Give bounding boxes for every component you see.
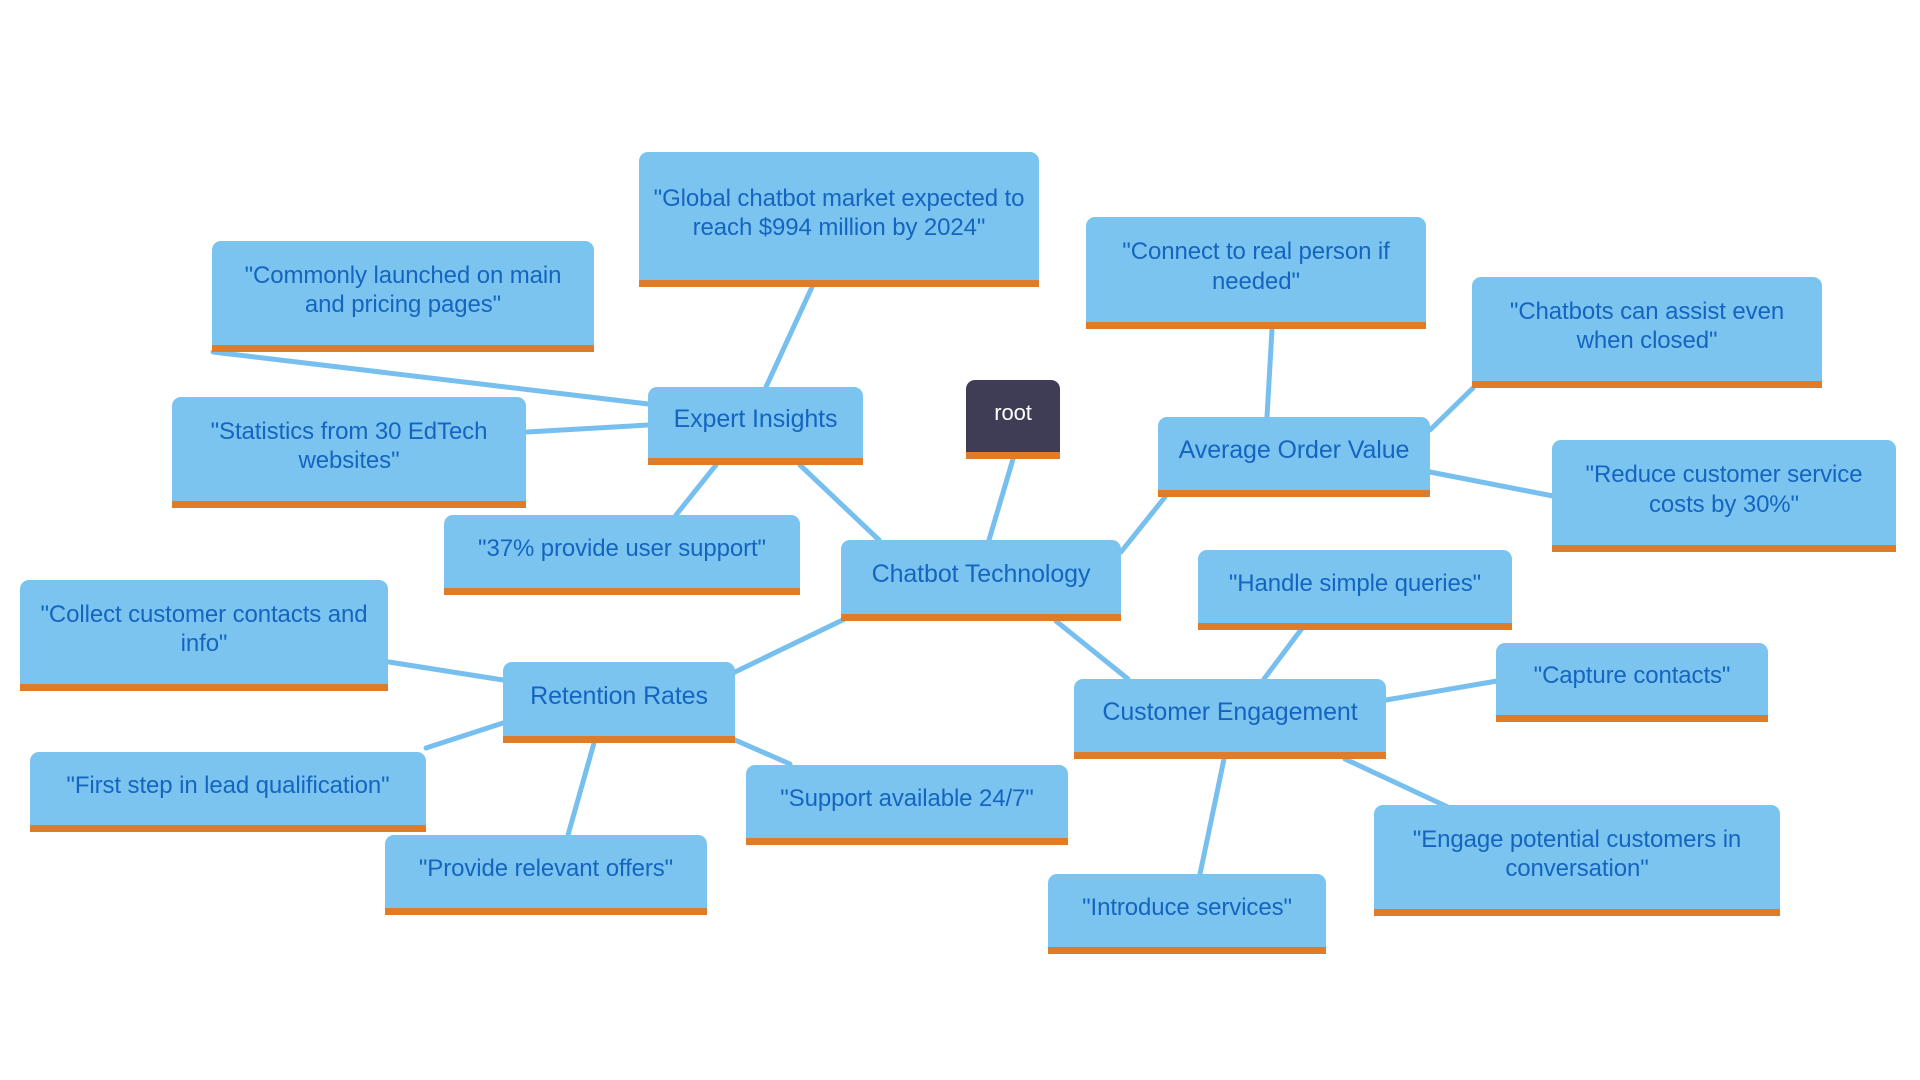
edge-expert-insights-to-user-support-37 — [673, 462, 719, 518]
edge-retention-rates-to-first-step-lead-qualification — [423, 720, 506, 751]
node-label-expert-insights: Expert Insights — [673, 405, 838, 434]
node-engage-potential-customers[interactable]: "Engage potential customers in conversat… — [1374, 805, 1780, 916]
node-label-global-chatbot-market: "Global chatbot market expected to reach… — [653, 184, 1025, 241]
node-chatbot-technology[interactable]: Chatbot Technology — [841, 540, 1121, 621]
node-label-commonly-launched: "Commonly launched on main and pricing p… — [244, 261, 562, 318]
node-capture-contacts[interactable]: "Capture contacts" — [1496, 643, 1768, 722]
node-introduce-services[interactable]: "Introduce services" — [1048, 874, 1326, 954]
node-label-first-step-lead-qualification: "First step in lead qualification" — [66, 771, 390, 799]
edge-expert-insights-to-statistics-edtech — [524, 422, 651, 435]
node-average-order-value[interactable]: Average Order Value — [1158, 417, 1430, 497]
edge-retention-rates-to-collect-customer-contacts — [386, 659, 506, 683]
edge-retention-rates-to-support-24-7 — [732, 737, 793, 767]
node-retention-rates[interactable]: Retention Rates — [503, 662, 735, 743]
node-first-step-lead-qualification[interactable]: "First step in lead qualification" — [30, 752, 426, 832]
edge-average-order-value-to-assist-when-closed — [1427, 385, 1476, 433]
node-expert-insights[interactable]: Expert Insights — [648, 387, 863, 465]
node-user-support-37[interactable]: "37% provide user support" — [444, 515, 800, 595]
node-label-chatbot-technology: Chatbot Technology — [871, 559, 1091, 588]
edge-chatbot-technology-to-customer-engagement — [1053, 618, 1131, 682]
node-label-assist-when-closed: "Chatbots can assist even when closed" — [1509, 297, 1785, 354]
node-assist-when-closed[interactable]: "Chatbots can assist even when closed" — [1472, 277, 1822, 388]
node-label-capture-contacts: "Capture contacts" — [1533, 662, 1731, 690]
node-label-root: root — [994, 399, 1032, 425]
edge-expert-insights-to-global-chatbot-market — [763, 284, 815, 390]
edge-retention-rates-to-provide-relevant-offers — [565, 740, 597, 838]
node-handle-simple-queries[interactable]: "Handle simple queries" — [1198, 550, 1512, 630]
edge-average-order-value-to-reduce-costs-30 — [1427, 469, 1556, 499]
node-label-retention-rates: Retention Rates — [530, 681, 708, 710]
edge-customer-engagement-to-engage-potential-customers — [1342, 756, 1455, 812]
edge-customer-engagement-to-handle-simple-queries — [1261, 620, 1309, 682]
node-label-connect-real-person: "Connect to real person if needed" — [1122, 238, 1390, 295]
node-reduce-costs-30[interactable]: "Reduce customer service costs by 30%" — [1552, 440, 1896, 552]
node-label-user-support-37: "37% provide user support" — [478, 534, 766, 562]
node-label-statistics-edtech: "Statistics from 30 EdTech websites" — [210, 417, 488, 474]
node-collect-customer-contacts[interactable]: "Collect customer contacts and info" — [20, 580, 388, 691]
node-label-customer-engagement: Customer Engagement — [1102, 698, 1358, 727]
node-global-chatbot-market[interactable]: "Global chatbot market expected to reach… — [639, 152, 1039, 287]
edge-chatbot-technology-to-expert-insights — [797, 462, 882, 543]
node-label-reduce-costs-30: "Reduce customer service costs by 30%" — [1585, 461, 1863, 518]
edge-chatbot-technology-to-retention-rates — [732, 611, 858, 675]
node-statistics-edtech[interactable]: "Statistics from 30 EdTech websites" — [172, 397, 526, 508]
node-label-average-order-value: Average Order Value — [1178, 436, 1410, 465]
node-provide-relevant-offers[interactable]: "Provide relevant offers" — [385, 835, 707, 915]
node-label-collect-customer-contacts: "Collect customer contacts and info" — [40, 600, 368, 657]
node-customer-engagement[interactable]: Customer Engagement — [1074, 679, 1386, 759]
edge-chatbot-technology-to-average-order-value — [1118, 494, 1168, 555]
edge-root-to-chatbot-technology — [986, 456, 1016, 543]
edge-customer-engagement-to-capture-contacts — [1383, 678, 1500, 703]
mindmap-canvas: root Chatbot Technology Expert Insights Ave… — [0, 0, 1920, 1080]
node-label-engage-potential-customers: "Engage potential customers in conversat… — [1412, 825, 1742, 882]
node-label-handle-simple-queries: "Handle simple queries" — [1228, 569, 1482, 597]
node-support-24-7[interactable]: "Support available 24/7" — [746, 765, 1068, 845]
node-label-provide-relevant-offers: "Provide relevant offers" — [418, 854, 674, 882]
node-label-support-24-7: "Support available 24/7" — [780, 784, 1034, 812]
node-commonly-launched[interactable]: "Commonly launched on main and pricing p… — [212, 241, 594, 352]
edge-average-order-value-to-connect-real-person — [1264, 326, 1275, 420]
node-root[interactable]: root — [966, 380, 1060, 459]
node-connect-real-person[interactable]: "Connect to real person if needed" — [1086, 217, 1426, 329]
edge-customer-engagement-to-introduce-services — [1197, 756, 1227, 877]
node-label-introduce-services: "Introduce services" — [1082, 893, 1292, 921]
